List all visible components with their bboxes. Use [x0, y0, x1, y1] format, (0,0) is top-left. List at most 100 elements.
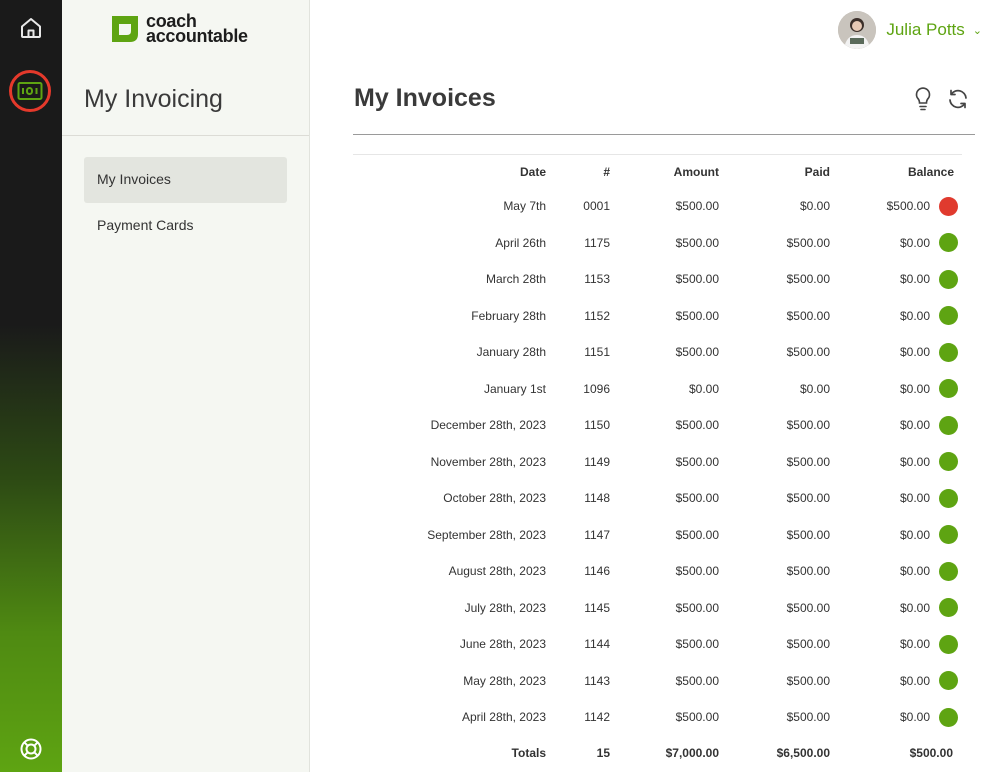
- balance-amount: $0.00: [899, 527, 930, 542]
- tips-button[interactable]: [911, 86, 935, 112]
- invoice-number: 1146: [584, 564, 610, 579]
- balance-wrap: $0.00: [899, 452, 958, 472]
- invoice-amount: $500.00: [675, 454, 719, 469]
- invoice-paid: $500.00: [786, 345, 830, 360]
- invoice-amount: $500.00: [675, 418, 719, 433]
- invoice-paid: $500.00: [786, 673, 830, 688]
- home-button[interactable]: [11, 8, 51, 48]
- table-row[interactable]: May 7th 0001 $500.00 $0.00 $500.00: [353, 188, 962, 225]
- invoice-paid: $500.00: [786, 527, 830, 542]
- balance-wrap: $0.00: [900, 634, 958, 654]
- status-paid-icon: [939, 342, 958, 362]
- invoice-balance: $0.00: [838, 699, 962, 736]
- status-paid-icon: [939, 415, 958, 435]
- table-row[interactable]: June 28th, 2023 1144 $500.00 $500.00 $0.00: [353, 626, 962, 663]
- table-row[interactable]: September 28th, 2023 1147 $500.00 $500.00 $0…: [353, 517, 962, 554]
- balance-amount: $0.00: [899, 710, 930, 725]
- invoice-date: May 28th, 2023: [463, 673, 546, 688]
- invoice-amount: $500.00: [675, 673, 719, 688]
- invoice-balance: $0.00: [838, 626, 962, 663]
- table-row[interactable]: August 28th, 2023 1146 $500.00 $500.00 $0.00: [353, 553, 962, 590]
- status-paid-icon: [939, 707, 958, 727]
- invoice-date: August 28th, 2023: [448, 564, 546, 579]
- status-paid-icon: [939, 671, 958, 691]
- table-row[interactable]: February 28th 1152 $500.00 $500.00 $0.00: [353, 298, 962, 335]
- table-row[interactable]: January 1st 1096 $0.00 $0.00 $0.00: [353, 371, 962, 408]
- balance-wrap: $0.00: [900, 269, 958, 289]
- invoice-paid: $500.00: [786, 454, 830, 469]
- table-row[interactable]: April 26th 1175 $500.00 $500.00 $0.00: [353, 225, 962, 262]
- table-row[interactable]: October 28th, 2023 1148 $500.00 $500.00 $0.0…: [353, 480, 962, 517]
- avatar: [838, 11, 877, 49]
- table-row[interactable]: July 28th, 2023 1145 $500.00 $500.00 $0.00: [353, 590, 962, 627]
- table-totals-row: Totals 15 $7,000.00 $6,500.00 $500.00: [353, 736, 962, 771]
- table-header-row: Date # Amount Paid Balance: [353, 155, 962, 188]
- table-row[interactable]: May 28th, 2023 1143 $500.00 $500.00 $0.00: [353, 663, 962, 700]
- balance-wrap: $0.00: [900, 598, 958, 618]
- invoice-paid: $500.00: [786, 235, 830, 250]
- help-button[interactable]: [11, 729, 51, 769]
- invoice-balance: $0.00: [838, 225, 962, 262]
- col-header-balance[interactable]: Balance: [838, 155, 962, 188]
- invoice-number: 1143: [584, 673, 610, 688]
- invoice-paid: $500.00: [786, 637, 830, 652]
- invoice-balance: $0.00: [838, 298, 962, 335]
- col-header-paid[interactable]: Paid: [727, 155, 838, 188]
- invoice-number: 1151: [584, 345, 610, 360]
- invoicing-button[interactable]: [9, 70, 51, 112]
- invoice-paid: $500.00: [786, 272, 830, 287]
- balance-wrap: $0.00: [899, 488, 958, 508]
- invoice-paid: $500.00: [786, 710, 830, 725]
- invoice-amount: $500.00: [675, 600, 719, 615]
- balance-wrap: $0.00: [899, 707, 958, 727]
- invoice-number: 1148: [584, 491, 610, 506]
- totals-amount: $7,000.00: [665, 746, 719, 760]
- invoice-paid: $500.00: [786, 491, 830, 506]
- invoice-amount: $0.00: [688, 381, 719, 396]
- table-row[interactable]: December 28th, 2023 1150 $500.00 $500.00 $0.…: [353, 407, 962, 444]
- invoice-amount: $500.00: [675, 235, 719, 250]
- invoice-balance: $500.00: [838, 188, 962, 225]
- status-paid-icon: [939, 598, 958, 618]
- sidebar: coach accountable My Invoicing My Invoic…: [62, 0, 310, 772]
- status-paid-icon: [939, 379, 958, 399]
- table-row[interactable]: January 28th 1151 $500.00 $500.00 $0.00: [353, 334, 962, 371]
- totals-balance: $500.00: [909, 746, 953, 760]
- invoice-balance: $0.00: [838, 261, 962, 298]
- invoice-number: 1149: [584, 454, 610, 469]
- invoice-balance: $0.00: [838, 517, 962, 554]
- balance-amount: $0.00: [899, 491, 930, 506]
- invoice-paid: $500.00: [786, 600, 830, 615]
- brand-logo[interactable]: coach accountable: [110, 12, 248, 46]
- balance-wrap: $0.00: [900, 233, 958, 253]
- invoice-balance: $0.00: [838, 444, 962, 481]
- sidebar-item-payment-cards[interactable]: Payment Cards: [84, 203, 287, 249]
- totals-label: Totals: [511, 746, 546, 760]
- sidebar-item-my-invoices[interactable]: My Invoices: [84, 157, 287, 203]
- invoice-amount: $500.00: [675, 637, 719, 652]
- status-paid-icon: [939, 306, 958, 326]
- col-header-amount[interactable]: Amount: [618, 155, 727, 188]
- invoice-date: November 28th, 2023: [430, 454, 546, 469]
- col-header-date[interactable]: Date: [353, 155, 554, 188]
- balance-amount: $0.00: [899, 418, 930, 433]
- invoice-amount: $500.00: [675, 564, 719, 579]
- invoice-number: 1147: [584, 527, 610, 542]
- sidebar-nav: My Invoices Payment Cards: [84, 157, 287, 249]
- col-header-number[interactable]: #: [554, 155, 618, 188]
- invoice-date: February 28th: [471, 308, 546, 323]
- refresh-button[interactable]: [946, 86, 970, 112]
- invoice-number: 1145: [584, 600, 610, 615]
- brand-line-2: accountable: [146, 26, 248, 46]
- balance-wrap: $0.00: [900, 306, 958, 326]
- table-row[interactable]: April 28th, 2023 1142 $500.00 $500.00 $0.00: [353, 699, 962, 736]
- table-row[interactable]: November 28th, 2023 1149 $500.00 $500.00 $0.…: [353, 444, 962, 481]
- invoice-amount: $500.00: [675, 491, 719, 506]
- sidebar-title: My Invoicing: [84, 85, 223, 113]
- table-row[interactable]: March 28th 1153 $500.00 $500.00 $0.00: [353, 261, 962, 298]
- invoice-balance: $0.00: [838, 663, 962, 700]
- balance-amount: $0.00: [899, 454, 930, 469]
- invoice-date: May 7th: [503, 199, 546, 214]
- invoice-date: October 28th, 2023: [443, 491, 546, 506]
- user-menu[interactable]: Julia Potts ⌄: [838, 10, 982, 50]
